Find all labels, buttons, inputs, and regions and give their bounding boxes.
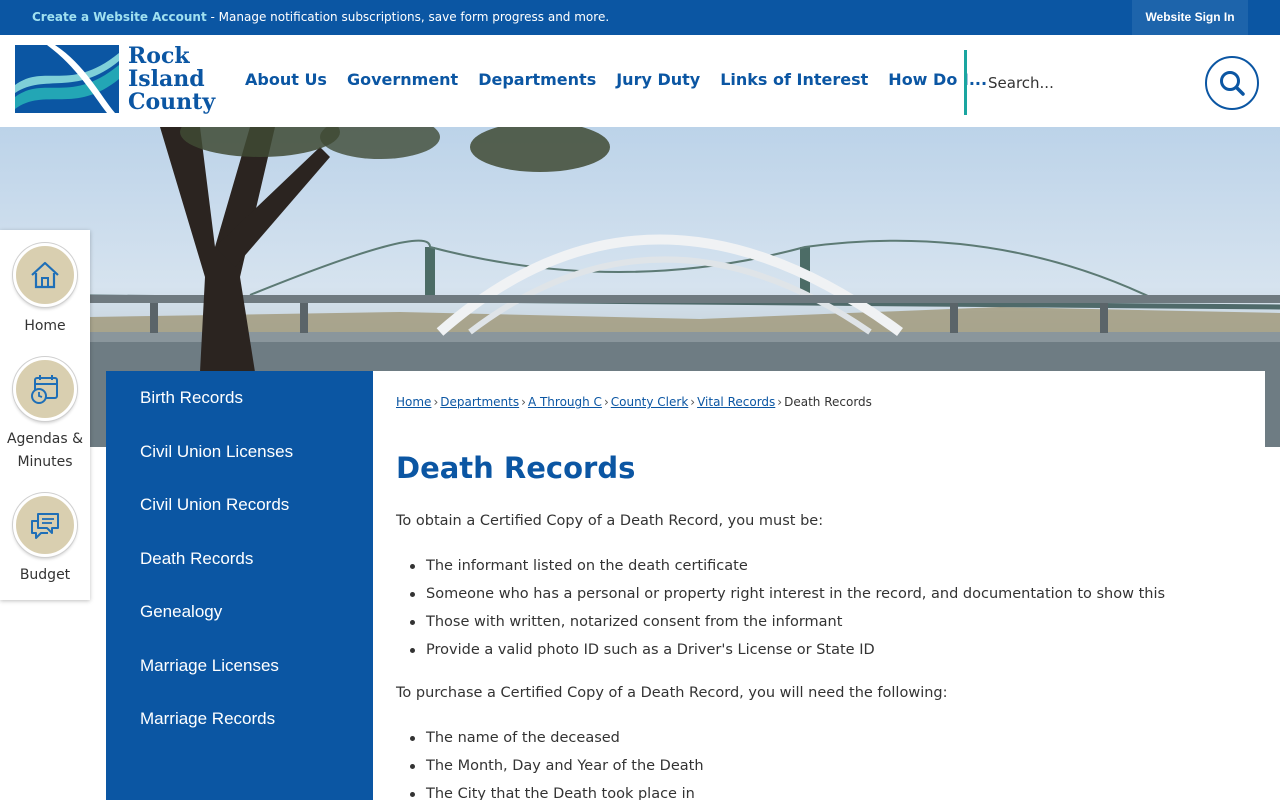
logo-line-county: County (128, 89, 216, 115)
sidenav-birth-records[interactable]: Birth Records (140, 388, 243, 408)
search-icon (1220, 71, 1245, 96)
requirements-paragraph: To purchase a Certified Copy of a Death … (396, 685, 948, 701)
website-sign-in-button[interactable]: Website Sign In (1132, 0, 1248, 35)
site-header: Rock Island County About Us Government D… (0, 35, 1280, 127)
breadcrumb-current: Death Records (784, 395, 872, 409)
breadcrumb-a-through-c[interactable]: A Through C (528, 395, 602, 409)
breadcrumb-separator: › (521, 395, 526, 409)
section-side-nav: Birth Records Civil Union Licenses Civil… (106, 371, 373, 800)
nav-jury-duty[interactable]: Jury Duty (616, 70, 700, 89)
chat-bubbles-icon (31, 513, 59, 539)
top-notification-bar: Create a Website Account - Manage notifi… (0, 0, 1280, 35)
breadcrumb-home[interactable]: Home (396, 395, 431, 409)
quick-link-label-line2: Minutes (17, 454, 73, 470)
nav-how-do-i[interactable]: How Do I... (888, 70, 987, 89)
eligibility-list: The informant listed on the death certif… (408, 557, 1165, 669)
logo-line-rock: Rock (128, 43, 190, 69)
home-icon-circle (13, 243, 77, 307)
home-icon (31, 261, 59, 289)
list-item: Those with written, notarized consent fr… (408, 613, 1165, 641)
list-item: The Month, Day and Year of the Death (408, 757, 704, 785)
header-divider (964, 50, 967, 115)
agendas-icon-circle (13, 357, 77, 421)
main-content: Home › Departments › A Through C › County Cler… (373, 371, 1265, 800)
search-input[interactable] (980, 65, 1190, 101)
requirements-list: The name of the deceased The Month, Day … (408, 729, 704, 800)
county-logo-icon[interactable] (15, 45, 119, 113)
page-title: Death Records (396, 451, 636, 485)
county-name[interactable]: Rock Island County (128, 45, 215, 114)
create-account-link[interactable]: Create a Website Account (32, 10, 207, 24)
account-message: Create a Website Account - Manage notifi… (32, 10, 609, 24)
sidenav-civil-union-licenses[interactable]: Civil Union Licenses (140, 442, 293, 462)
quick-link-label: Budget (19, 567, 71, 583)
intro-paragraph: To obtain a Certified Copy of a Death Re… (396, 513, 824, 529)
breadcrumb: Home › Departments › A Through C › County Cler… (396, 395, 872, 409)
sidenav-death-records[interactable]: Death Records (140, 549, 253, 569)
breadcrumb-separator: › (603, 395, 609, 409)
list-item: Provide a valid photo ID such as a Drive… (408, 641, 1165, 669)
nav-departments[interactable]: Departments (478, 70, 596, 89)
breadcrumb-separator: › (690, 395, 696, 409)
breadcrumb-separator: › (433, 395, 439, 409)
nav-about-us[interactable]: About Us (245, 70, 327, 89)
breadcrumb-county-clerk[interactable]: County Clerk (611, 395, 689, 409)
breadcrumb-separator: › (777, 395, 783, 409)
quick-link-label: Home (24, 318, 66, 334)
nav-government[interactable]: Government (347, 70, 458, 89)
main-nav: About Us Government Departments Jury Dut… (245, 70, 1007, 89)
account-message-text: - Manage notification subscriptions, sav… (206, 10, 610, 24)
breadcrumb-vital-records[interactable]: Vital Records (697, 395, 775, 409)
search-button[interactable] (1205, 56, 1259, 110)
breadcrumb-departments[interactable]: Departments (440, 395, 519, 409)
nav-links-of-interest[interactable]: Links of Interest (720, 70, 868, 89)
sidenav-genealogy[interactable]: Genealogy (140, 602, 222, 622)
quick-links-panel: Home Agendas & Minutes Budget (0, 230, 90, 600)
list-item: The City that the Death took place in (408, 785, 704, 800)
sidenav-marriage-records[interactable]: Marriage Records (140, 709, 275, 729)
logo-line-island: Island (128, 66, 205, 92)
list-item: Someone who has a personal or property r… (408, 585, 1165, 613)
sidenav-marriage-licenses[interactable]: Marriage Licenses (140, 656, 279, 676)
budget-icon-circle (13, 493, 77, 557)
sidenav-civil-union-records[interactable]: Civil Union Records (140, 495, 289, 515)
list-item: The name of the deceased (408, 729, 704, 757)
list-item: The informant listed on the death certif… (408, 557, 1165, 585)
calendar-clock-icon (31, 375, 58, 404)
quick-link-label-line1: Agendas & (6, 431, 84, 447)
